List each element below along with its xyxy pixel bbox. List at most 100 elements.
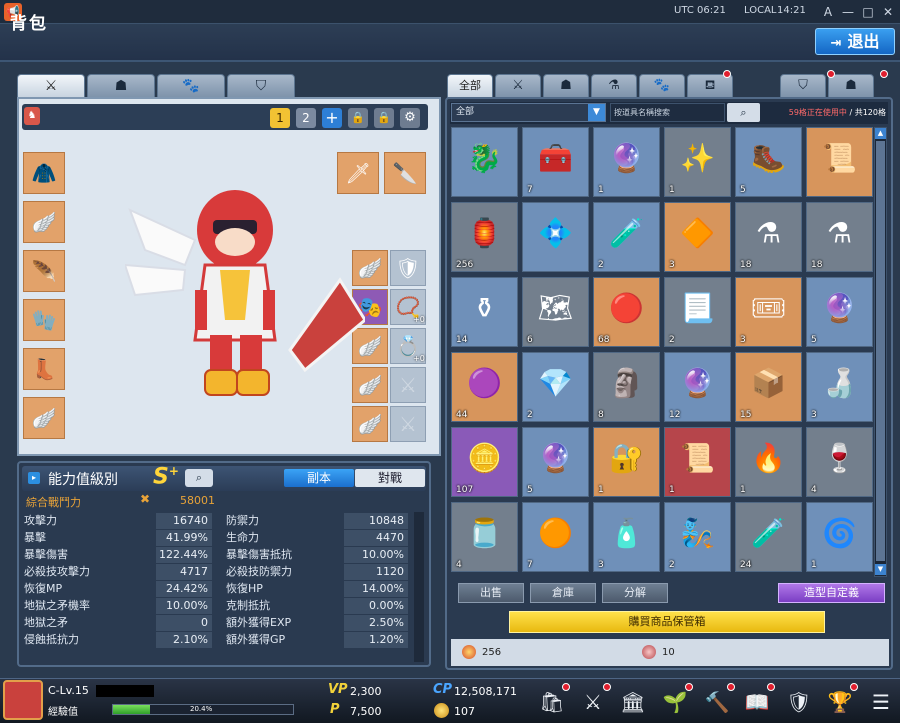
- accessory-slot[interactable]: ⚔: [390, 406, 426, 442]
- tab-equipment[interactable]: ⚔: [495, 74, 541, 98]
- preset-2-button[interactable]: 2: [296, 108, 316, 128]
- scroll-down-icon[interactable]: ▼: [875, 564, 886, 575]
- tab-costume[interactable]: ☗: [87, 74, 155, 98]
- inventory-slot[interactable]: 🧪 24: [735, 502, 802, 572]
- inventory-slot[interactable]: 💠: [522, 202, 589, 272]
- equip-slot-weapon-costume[interactable]: 🔪: [384, 152, 426, 194]
- equip-slot-bottom[interactable]: 🪽: [23, 201, 65, 243]
- inventory-slot[interactable]: 🍷 4: [806, 427, 873, 497]
- close-window-button[interactable]: ✕: [880, 4, 896, 20]
- tab-pet[interactable]: 🐾: [157, 74, 225, 98]
- tab-pet-items[interactable]: 🐾: [639, 74, 685, 98]
- inventory-slot[interactable]: 🔮 5: [522, 427, 589, 497]
- scrollbar-thumb[interactable]: [876, 141, 885, 561]
- accessory-slot[interactable]: 💍 +0: [390, 328, 426, 364]
- tab-shield[interactable]: ⛉: [227, 74, 295, 98]
- inventory-slot[interactable]: 🧴 3: [593, 502, 660, 572]
- skill-icon[interactable]: ⚔: [578, 687, 608, 717]
- craft-icon[interactable]: 🔨: [702, 687, 732, 717]
- inventory-slot[interactable]: 🔮 5: [806, 277, 873, 347]
- tab-all[interactable]: 全部: [447, 74, 493, 98]
- lock-icon[interactable]: 🔒: [374, 108, 394, 128]
- disassemble-button[interactable]: 分解: [602, 583, 668, 603]
- equip-slot-shoes[interactable]: 👢: [23, 348, 65, 390]
- inventory-slot[interactable]: 🔮 1: [593, 127, 660, 197]
- inventory-slot[interactable]: 🪙 107: [451, 427, 518, 497]
- slots-used: 59格正在使用中: [788, 108, 847, 117]
- maximize-button[interactable]: □: [860, 4, 876, 20]
- inventory-slot[interactable]: ⚗ 18: [735, 202, 802, 272]
- scroll-up-icon[interactable]: ▲: [875, 128, 886, 139]
- exit-button[interactable]: ⇥ 退出: [815, 28, 895, 55]
- stats-scrollbar[interactable]: [414, 512, 424, 662]
- tab-pvp-stats[interactable]: 對戰: [355, 469, 425, 487]
- equip-slot-accessory[interactable]: 🪽: [23, 397, 65, 439]
- category-select[interactable]: 全部: [451, 103, 606, 122]
- add-preset-button[interactable]: +: [322, 108, 342, 128]
- inventory-slot[interactable]: 🥾 5: [735, 127, 802, 197]
- inventory-slot[interactable]: 🌀 1: [806, 502, 873, 572]
- inventory-slot[interactable]: 💎 2: [522, 352, 589, 422]
- inventory-slot[interactable]: 🧪 2: [593, 202, 660, 272]
- inventory-slot[interactable]: 🟣 44: [451, 352, 518, 422]
- shop-icon[interactable]: 🛍: [537, 687, 567, 717]
- minimize-button[interactable]: —: [840, 4, 856, 20]
- accessory-slot[interactable]: 📿 +0: [390, 289, 426, 325]
- inventory-slot[interactable]: 🔮 12: [664, 352, 731, 422]
- lock-icon[interactable]: 🔒: [348, 108, 368, 128]
- stat-detail-button[interactable]: ⌕: [185, 469, 213, 487]
- equip-slot-top[interactable]: 🧥: [23, 152, 65, 194]
- tab-quest[interactable]: ⛉: [780, 74, 826, 98]
- inventory-slot[interactable]: 🟠 7: [522, 502, 589, 572]
- inventory-slot[interactable]: 📜 1: [664, 427, 731, 497]
- sell-button[interactable]: 出售: [458, 583, 524, 603]
- trophy-icon[interactable]: 🏆: [825, 687, 855, 717]
- farm-icon[interactable]: 🌱: [660, 687, 690, 717]
- guard-icon[interactable]: 🛡: [784, 687, 814, 717]
- tab-consumable[interactable]: ⚗: [591, 74, 637, 98]
- tab-weapon[interactable]: ⚔: [17, 74, 85, 98]
- inventory-slot[interactable]: 🗺 6: [522, 277, 589, 347]
- gear-icon[interactable]: ⚙: [400, 108, 420, 128]
- menu-icon[interactable]: ☰: [866, 687, 896, 717]
- inventory-slot[interactable]: 🔴 68: [593, 277, 660, 347]
- inventory-slot[interactable]: ✨ 1: [664, 127, 731, 197]
- equip-slot-hair[interactable]: 🪶: [23, 250, 65, 292]
- inventory-slot[interactable]: 🎟 3: [735, 277, 802, 347]
- font-size-button[interactable]: A: [820, 4, 836, 20]
- inventory-slot[interactable]: 🔥 1: [735, 427, 802, 497]
- stat-label: 暴擊傷害: [24, 548, 68, 561]
- tab-costume-items[interactable]: ☗: [828, 74, 874, 98]
- equip-slot-gloves[interactable]: 🧤: [23, 299, 65, 341]
- inventory-slot[interactable]: ⚗ 18: [806, 202, 873, 272]
- accessory-slot[interactable]: 🪽: [352, 406, 388, 442]
- accessory-slot[interactable]: ⚔: [390, 367, 426, 403]
- inventory-slot[interactable]: 🗿 8: [593, 352, 660, 422]
- chevron-down-icon[interactable]: ▼: [588, 104, 605, 121]
- inventory-slot[interactable]: ⚱ 14: [451, 277, 518, 347]
- inventory-slot[interactable]: 🫙 4: [451, 502, 518, 572]
- costume-customize-button[interactable]: 造型自定義: [778, 583, 885, 603]
- guild-icon[interactable]: 🏛: [618, 687, 648, 717]
- quest-book-icon[interactable]: 📖: [742, 687, 772, 717]
- inventory-slot[interactable]: 🧞 2: [664, 502, 731, 572]
- accessory-slot[interactable]: 🛡: [390, 250, 426, 286]
- character-preview[interactable]: [125, 170, 365, 410]
- storage-button[interactable]: 倉庫: [530, 583, 596, 603]
- preset-1-button[interactable]: 1: [270, 108, 290, 128]
- inventory-slot[interactable]: 🍶 3: [806, 352, 873, 422]
- inventory-slot[interactable]: 🐉: [451, 127, 518, 197]
- avatar[interactable]: [3, 680, 43, 720]
- item-search-input[interactable]: 按道具名稱搜索: [610, 103, 725, 122]
- inventory-slot[interactable]: 🧰 7: [522, 127, 589, 197]
- inventory-slot[interactable]: 📦 15: [735, 352, 802, 422]
- inventory-slot[interactable]: 📜: [806, 127, 873, 197]
- inventory-slot[interactable]: 🏮 256: [451, 202, 518, 272]
- inventory-slot[interactable]: 🔐 1: [593, 427, 660, 497]
- inventory-slot[interactable]: 🔶 3: [664, 202, 731, 272]
- purchase-storage-button[interactable]: 購買商品保管箱: [509, 611, 825, 633]
- tab-accessory[interactable]: ☗: [543, 74, 589, 98]
- inventory-slot[interactable]: 📃 2: [664, 277, 731, 347]
- search-button[interactable]: ⌕: [727, 103, 760, 122]
- tab-pve-stats[interactable]: 副本: [284, 469, 354, 487]
